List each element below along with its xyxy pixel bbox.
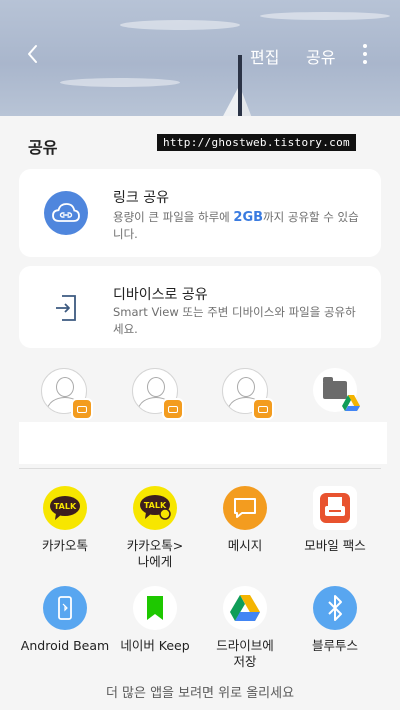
app-mobile-fax[interactable]: 모바일 팩스 [290, 486, 380, 554]
app-kakaotalk-me[interactable]: TALK 카카오톡> 나에게 [110, 486, 200, 570]
google-drive-icon [223, 586, 267, 630]
device-share-card[interactable]: 디바이스로 공유 Smart View 또는 주변 디바이스와 파일을 공유하세… [19, 266, 381, 348]
chevron-left-icon [28, 45, 37, 63]
naver-keep-icon [133, 586, 177, 630]
section-divider [19, 468, 381, 469]
google-drive-icon [342, 395, 360, 411]
direct-share-contact[interactable] [222, 368, 274, 420]
more-options-icon[interactable] [360, 42, 370, 66]
top-app-bar: 편집 공유 [0, 0, 400, 116]
device-share-title: 디바이스로 공유 [113, 287, 208, 303]
android-beam-icon [43, 586, 87, 630]
app-messages[interactable]: 메시지 [200, 486, 290, 554]
cloud-decoration [60, 78, 180, 87]
message-badge-icon [162, 398, 184, 420]
sailboat-sail [242, 92, 252, 116]
app-google-drive-save[interactable]: 드라이브에 저장 [200, 586, 290, 670]
cloud-link-icon [44, 191, 88, 235]
app-android-beam[interactable]: Android Beam [20, 586, 110, 654]
device-share-icon [44, 286, 88, 330]
direct-share-contact[interactable] [41, 368, 93, 420]
message-badge-icon [71, 398, 93, 420]
mobile-fax-icon [313, 486, 357, 530]
app-label: 카카오톡> 나에게 [126, 538, 184, 569]
share-sheet: 공유 http://ghostweb.tistory.com 링크 공유 용량이… [0, 116, 400, 710]
app-naver-keep[interactable]: 네이버 Keep [110, 586, 200, 654]
link-share-title: 링크 공유 [113, 190, 169, 206]
app-label: 메시지 [227, 538, 263, 553]
app-bluetooth[interactable]: 블루투스 [290, 586, 380, 654]
svg-text:TALK: TALK [54, 502, 77, 511]
cloud-decoration [120, 20, 240, 30]
app-label: Android Beam [20, 638, 110, 653]
messages-icon [223, 486, 267, 530]
cloud-decoration [260, 12, 390, 20]
app-label: 카카오톡 [41, 538, 88, 553]
app-label: 모바일 팩스 [304, 538, 366, 553]
bluetooth-icon [313, 586, 357, 630]
back-button[interactable] [22, 40, 44, 68]
link-share-description: 용량이 큰 파일을 하루에 2GB까지 공유할 수 있습니다. [113, 210, 359, 241]
kakaotalk-icon: TALK [43, 486, 87, 530]
kakaotalk-me-icon: TALK [133, 486, 177, 530]
contacts-label-area [19, 422, 387, 464]
direct-share-contacts [19, 360, 381, 424]
app-label: 네이버 Keep [120, 638, 190, 653]
device-share-description: Smart View 또는 주변 디바이스와 파일을 공유하세요. [113, 305, 356, 336]
app-label: 블루투스 [311, 638, 358, 653]
share-button[interactable]: 공유 [306, 44, 335, 68]
direct-share-drive-folder[interactable] [313, 368, 361, 416]
app-label: 드라이브에 저장 [216, 638, 274, 669]
app-kakaotalk[interactable]: TALK 카카오톡 [20, 486, 110, 554]
link-share-card[interactable]: 링크 공유 용량이 큰 파일을 하루에 2GB까지 공유할 수 있습니다. [19, 169, 381, 257]
url-watermark: http://ghostweb.tistory.com [157, 134, 356, 151]
swipe-up-hint: 더 많은 앱을 보려면 위로 올리세요 [105, 686, 295, 701]
message-badge-icon [252, 398, 274, 420]
sailboat-sail [222, 88, 238, 116]
direct-share-contact[interactable] [132, 368, 184, 420]
edit-button[interactable]: 편집 [250, 44, 279, 68]
sheet-title: 공유 [28, 138, 58, 157]
